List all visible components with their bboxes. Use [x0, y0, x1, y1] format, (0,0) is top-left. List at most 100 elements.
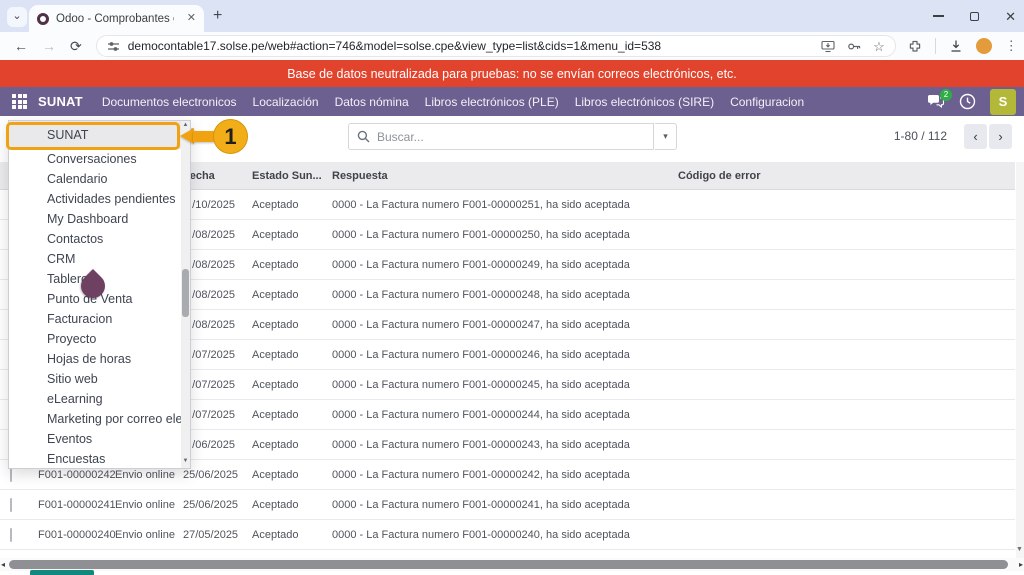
apps-scrollbar-thumb[interactable]	[182, 269, 189, 317]
table-row[interactable]: F001-00000239Envio online27/05/2025Acept…	[0, 550, 1015, 558]
browser-menu-icon[interactable]: ⋮	[1005, 38, 1018, 54]
navbar-menu-3[interactable]: Libros electrónicos (PLE)	[425, 95, 559, 109]
cell-envio: Envio online	[110, 499, 178, 511]
scroll-down-icon[interactable]: ▼	[1015, 546, 1024, 553]
cell-respuesta: 0000 - La Factura numero F001-00000249, …	[332, 259, 678, 271]
window-minimize-button[interactable]	[933, 15, 944, 17]
messages-count-badge: 2	[940, 89, 952, 101]
cell-numero: F001-00000242	[32, 469, 110, 481]
pager-next-button[interactable]: ›	[989, 124, 1012, 149]
cell-respuesta: 0000 - La Factura numero F001-00000243, …	[332, 439, 678, 451]
horizontal-scrollbar-thumb[interactable]	[9, 560, 1008, 569]
row-checkbox[interactable]	[10, 528, 12, 542]
row-checkbox[interactable]	[10, 468, 12, 482]
cell-estado: Aceptado	[248, 409, 332, 421]
browser-tabstrip: ⌄ Odoo - Comprobantes electron ✕ + ✕	[0, 0, 1024, 32]
navbar-menu-1[interactable]: Localización	[253, 95, 319, 109]
browser-tab[interactable]: Odoo - Comprobantes electron ✕	[29, 5, 204, 32]
address-bar[interactable]: democontable17.solse.pe/web#action=746&m…	[96, 35, 896, 57]
pager-range: 1-80 / 112	[894, 129, 947, 143]
apps-menu-item-crm[interactable]: CRM	[9, 249, 183, 269]
apps-grid-icon[interactable]	[12, 94, 27, 109]
horizontal-scrollbar[interactable]: ◂ ▸	[0, 558, 1024, 571]
apps-menu-item-eventos[interactable]: Eventos	[9, 429, 183, 449]
apps-menu-item-hojas-de-horas[interactable]: Hojas de horas	[9, 349, 183, 369]
pager-prev-button[interactable]: ‹	[964, 124, 987, 149]
password-key-icon[interactable]	[847, 40, 861, 53]
apps-menu-item-my-dashboard[interactable]: My Dashboard	[9, 209, 183, 229]
app-brand[interactable]: SUNAT	[38, 94, 83, 109]
cell-estado: Aceptado	[248, 319, 332, 331]
cell-fecha: 25/06/2025	[178, 469, 248, 481]
cell-estado: Aceptado	[248, 439, 332, 451]
scroll-left-icon[interactable]: ◂	[1, 560, 5, 569]
cell-estado: Aceptado	[248, 529, 332, 541]
window-restore-button[interactable]	[970, 12, 979, 21]
annotation-highlight-box	[6, 122, 180, 150]
cell-estado: Aceptado	[248, 499, 332, 511]
forward-button[interactable]: →	[42, 38, 56, 54]
header-respuesta[interactable]: Respuesta	[332, 170, 678, 182]
table-row[interactable]: F001-00000241Envio online25/06/2025Acept…	[0, 490, 1015, 520]
user-avatar[interactable]: S	[990, 89, 1016, 115]
cell-respuesta: 0000 - La Factura numero F001-00000246, …	[332, 349, 678, 361]
header-estado[interactable]: Estado Sun...	[248, 170, 332, 182]
downloads-icon[interactable]	[949, 39, 963, 53]
back-button[interactable]: ←	[14, 38, 28, 54]
cell-fecha: 25/06/2025	[178, 499, 248, 511]
apps-menu-item-elearning[interactable]: eLearning	[9, 389, 183, 409]
search-input[interactable]	[377, 130, 617, 144]
cell-numero: F001-00000241	[32, 499, 110, 511]
cell-respuesta: 0000 - La Factura numero F001-00000244, …	[332, 409, 678, 421]
apps-menu-item-encuestas[interactable]: Encuestas	[9, 449, 183, 469]
apps-menu-item-calendario[interactable]: Calendario	[9, 169, 183, 189]
search-icon	[357, 130, 370, 143]
new-tab-button[interactable]: +	[213, 7, 222, 25]
cell-estado: Aceptado	[248, 379, 332, 391]
apps-menu-item-proyecto[interactable]: Proyecto	[9, 329, 183, 349]
apps-menu-item-marketing-por-correo-electr-nico[interactable]: Marketing por correo electrónico	[9, 409, 183, 429]
tab-search-button[interactable]: ⌄	[7, 7, 27, 27]
bottom-teal-element	[30, 570, 94, 575]
messages-button[interactable]: 2	[927, 94, 945, 109]
navbar-menu-5[interactable]: Configuracion	[730, 95, 804, 109]
apps-menu-item-actividades-pendientes[interactable]: Actividades pendientes	[9, 189, 183, 209]
reload-button[interactable]: ⟳	[70, 38, 82, 55]
apps-menu-item-conversaciones[interactable]: Conversaciones	[9, 149, 183, 169]
tab-close-icon[interactable]: ✕	[187, 13, 196, 24]
screen: ⌄ Odoo - Comprobantes electron ✕ + ✕ ← →…	[0, 0, 1024, 575]
cell-estado: Aceptado	[248, 229, 332, 241]
search-options-toggle[interactable]: ▾	[655, 123, 677, 150]
navbar-menu-0[interactable]: Documentos electronicos	[102, 95, 237, 109]
extensions-icon[interactable]	[908, 39, 922, 53]
cell-numero: F001-00000240	[32, 529, 110, 541]
install-app-icon[interactable]	[821, 40, 835, 53]
navbar-menu-4[interactable]: Libros electrónicos (SIRE)	[575, 95, 714, 109]
row-checkbox[interactable]	[10, 498, 12, 512]
site-settings-icon[interactable]	[107, 40, 120, 53]
cell-estado: Aceptado	[248, 259, 332, 271]
apps-menu-item-sitio-web[interactable]: Sitio web	[9, 369, 183, 389]
tab-title: Odoo - Comprobantes electron	[56, 13, 174, 25]
navbar-menus: Documentos electronicos Localización Datos…	[102, 95, 804, 109]
scroll-right-icon[interactable]: ▸	[1019, 560, 1023, 569]
apps-menu-scrollbar[interactable]: ▲ ▼	[181, 121, 190, 468]
bookmark-star-icon[interactable]: ☆	[873, 40, 885, 53]
window-close-button[interactable]: ✕	[1005, 10, 1016, 23]
apps-menu-item-contactos[interactable]: Contactos	[9, 229, 183, 249]
cell-estado: Aceptado	[248, 289, 332, 301]
cell-estado: Aceptado	[248, 199, 332, 211]
url-text: democontable17.solse.pe/web#action=746&m…	[128, 39, 813, 53]
profile-avatar[interactable]	[976, 38, 992, 54]
table-row[interactable]: F001-00000240Envio online27/05/2025Acept…	[0, 520, 1015, 550]
search-bar[interactable]	[348, 123, 654, 150]
navbar-menu-2[interactable]: Datos nómina	[335, 95, 409, 109]
scroll-down-icon[interactable]: ▼	[181, 458, 190, 464]
neutralized-db-banner: Base de datos neutralizada para pruebas:…	[0, 60, 1024, 87]
activities-clock-icon[interactable]	[959, 93, 976, 110]
cell-respuesta: 0000 - La Factura numero F001-00000247, …	[332, 319, 678, 331]
apps-menu-item-facturacion[interactable]: Facturacion	[9, 309, 183, 329]
cell-estado: Aceptado	[248, 469, 332, 481]
header-codigo-error[interactable]: Código de error	[678, 170, 1015, 182]
vertical-scrollbar[interactable]	[1016, 162, 1024, 558]
